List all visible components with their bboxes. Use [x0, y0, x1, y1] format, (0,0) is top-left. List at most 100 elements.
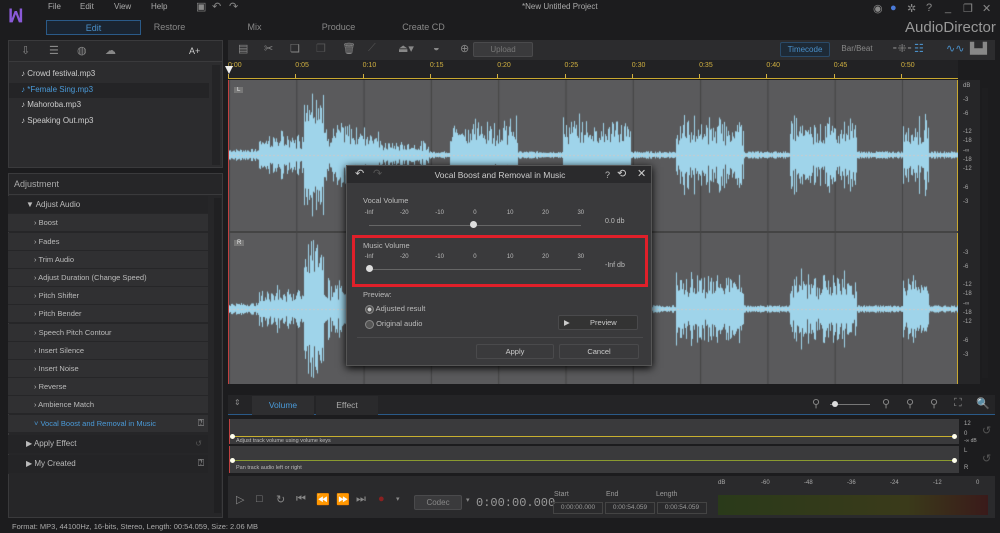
- track-scrollbar[interactable]: [982, 88, 988, 378]
- cloud-icon[interactable]: ☁: [105, 44, 116, 57]
- volume-envelope[interactable]: Adjust track volume using volume keys: [229, 419, 959, 444]
- stop-icon[interactable]: □: [256, 493, 263, 505]
- tab-effect[interactable]: Effect: [316, 396, 378, 415]
- collapse-icon[interactable]: ⇕: [234, 398, 241, 407]
- vocal-volume-thumb[interactable]: [470, 221, 477, 228]
- menu-file[interactable]: File: [48, 2, 61, 11]
- download-icon[interactable]: ◍: [77, 44, 87, 57]
- cut-icon[interactable]: ✂: [264, 42, 273, 55]
- preview-button[interactable]: ▶ Preview: [558, 315, 638, 330]
- adjust-item[interactable]: › Adjust Duration (Change Speed): [8, 268, 208, 287]
- music-volume-thumb[interactable]: [366, 265, 373, 272]
- tab-produce[interactable]: Produce: [291, 20, 386, 35]
- notification-icon[interactable]: ●: [890, 2, 897, 14]
- zoom-out-icon[interactable]: ⚲: [812, 397, 820, 410]
- adjust-item[interactable]: › Reverse: [8, 378, 208, 397]
- timecode-button[interactable]: Timecode: [780, 42, 830, 57]
- music-volume-slider[interactable]: [369, 269, 581, 270]
- adjust-item[interactable]: › Boost: [8, 214, 208, 233]
- pan-envelope[interactable]: Pan track audio left or right: [229, 446, 959, 473]
- adjust-item[interactable]: ˅ Vocal Boost and Removal in Music ⍰: [8, 414, 208, 433]
- record-device-icon[interactable]: ◒: [433, 42, 440, 54]
- my-created-icon[interactable]: ⍰: [198, 455, 204, 472]
- account-icon[interactable]: ◉: [873, 2, 883, 15]
- end-time-field[interactable]: 0:00:54.059: [605, 502, 655, 514]
- adjust-item[interactable]: › Fades: [8, 232, 208, 251]
- adjust-item[interactable]: › Insert Silence: [8, 341, 208, 360]
- adjustment-scrollbar[interactable]: [214, 198, 221, 513]
- library-scrollbar[interactable]: [212, 65, 220, 165]
- settings-icon[interactable]: ✲: [907, 2, 916, 15]
- adjust-item[interactable]: › Trim Audio: [8, 250, 208, 269]
- length-time-field[interactable]: 0:00:54.059: [657, 502, 707, 514]
- adjust-item[interactable]: › Pitch Shifter: [8, 287, 208, 306]
- original-audio-radio[interactable]: Original audio: [365, 319, 422, 329]
- codec-button[interactable]: Codec: [414, 495, 462, 510]
- save-preset-icon[interactable]: ⍰: [198, 415, 204, 432]
- redo-icon[interactable]: ↷: [229, 0, 238, 13]
- save-icon[interactable]: ▣: [196, 0, 206, 13]
- marker-icon[interactable]: ⏏▾: [398, 42, 414, 55]
- list-item[interactable]: ♪ Speaking Out.mp3: [21, 116, 94, 125]
- upload-button[interactable]: Upload: [473, 42, 533, 57]
- delete-icon[interactable]: 🗑: [342, 42, 356, 55]
- restore-icon[interactable]: ❐: [963, 2, 973, 15]
- crop-icon[interactable]: ⟋: [368, 42, 376, 55]
- volume-reset-icon[interactable]: ↺: [982, 424, 991, 437]
- record-dropdown-icon[interactable]: ▾: [396, 495, 400, 503]
- menu-help[interactable]: Help: [151, 2, 167, 11]
- undo-icon[interactable]: ↶: [212, 0, 221, 13]
- zoom-slider-thumb[interactable]: [832, 401, 838, 407]
- menu-edit[interactable]: Edit: [80, 2, 94, 11]
- reset-icon[interactable]: ⟲: [617, 167, 626, 180]
- play-icon[interactable]: ▷: [236, 493, 244, 506]
- reset-icon[interactable]: ↺: [195, 435, 202, 452]
- tab-restore[interactable]: Restore: [122, 20, 217, 35]
- font-size-button[interactable]: A+: [189, 46, 200, 56]
- dialog-close-icon[interactable]: ✕: [637, 167, 646, 180]
- paste-icon[interactable]: ❐: [316, 42, 326, 55]
- add-file-icon[interactable]: ☰: [49, 44, 59, 57]
- barbeat-button[interactable]: Bar/Beat: [832, 44, 882, 53]
- fit-icon[interactable]: ⛶: [954, 397, 962, 410]
- list-item-selected[interactable]: ♪ *Female Sing.mp3: [21, 85, 93, 94]
- codec-dropdown-icon[interactable]: ▾: [466, 496, 470, 504]
- dialog-help-button[interactable]: ?: [605, 170, 610, 180]
- adjust-item[interactable]: › Pitch Bender: [8, 305, 208, 324]
- start-time-field[interactable]: 0:00:00.000: [553, 502, 603, 514]
- adjusted-result-radio[interactable]: Adjusted result: [365, 304, 425, 314]
- waveform-view-icon[interactable]: ∿∿: [946, 42, 964, 55]
- section-apply-effect[interactable]: ▶ Apply Effect ↺: [8, 435, 208, 454]
- pan-reset-icon[interactable]: ↺: [982, 452, 991, 465]
- fast-forward-icon[interactable]: ⏩: [336, 493, 350, 506]
- tab-mix[interactable]: Mix: [207, 20, 302, 35]
- list-item[interactable]: ♪ Mahoroba.mp3: [21, 100, 81, 109]
- minimize-icon[interactable]: _: [945, 2, 951, 14]
- next-icon[interactable]: ⏭: [356, 493, 366, 506]
- spectrum-view-icon[interactable]: ▙▟: [970, 42, 987, 55]
- adjust-item[interactable]: › Ambience Match: [8, 396, 208, 415]
- waveform-compress-icon[interactable]: ⁃⁜⁃: [892, 42, 912, 55]
- playhead[interactable]: [225, 66, 233, 74]
- zoom-in-icon[interactable]: ⚲: [882, 397, 890, 410]
- rewind-icon[interactable]: ⏪: [316, 493, 330, 506]
- properties-icon[interactable]: ▤: [238, 42, 248, 55]
- zoom-vertical-in-icon[interactable]: ⚲: [930, 397, 938, 410]
- previous-icon[interactable]: ⏮: [296, 493, 306, 506]
- apply-button[interactable]: Apply: [476, 344, 554, 359]
- menu-view[interactable]: View: [114, 2, 131, 11]
- cancel-button[interactable]: Cancel: [559, 344, 639, 359]
- record-icon[interactable]: ●: [378, 493, 385, 505]
- timeline-ruler[interactable]: 0:00 0:05 0:10 0:15 0:20 0:25 0:30 0:35 0:40 0:45…: [228, 60, 958, 79]
- section-my-created[interactable]: ▶ My Created ⍰: [8, 455, 208, 474]
- adjust-item[interactable]: › Speech Pitch Contour: [8, 323, 208, 342]
- zoom-vertical-out-icon[interactable]: ⚲: [906, 397, 914, 410]
- section-adjust-audio[interactable]: ▼ Adjust Audio: [8, 196, 208, 214]
- tab-create-cd[interactable]: Create CD: [376, 20, 471, 35]
- list-item[interactable]: ♪ Crowd festival.mp3: [21, 69, 95, 78]
- tracks-icon[interactable]: ☷: [914, 42, 924, 55]
- adjust-item[interactable]: › Insert Noise: [8, 359, 208, 378]
- close-icon[interactable]: ✕: [982, 2, 991, 15]
- import-icon[interactable]: ⇩: [21, 44, 30, 57]
- copy-icon[interactable]: ❏: [290, 42, 300, 55]
